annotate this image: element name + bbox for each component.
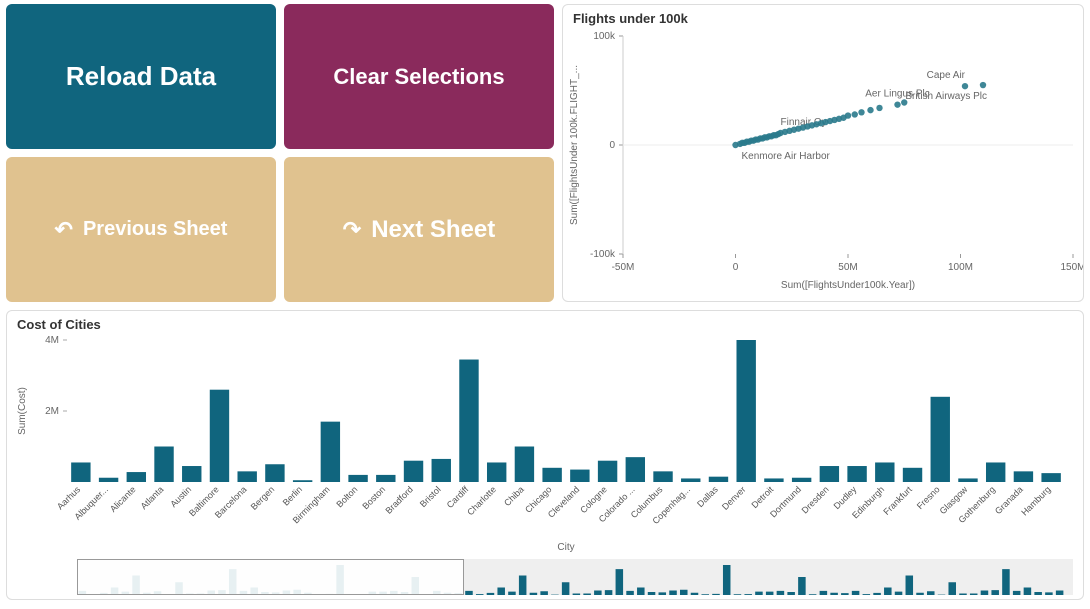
svg-text:100k: 100k [593, 31, 616, 42]
svg-text:Cape Air: Cape Air [927, 70, 966, 81]
svg-text:Boston: Boston [360, 484, 387, 511]
svg-text:150M: 150M [1060, 262, 1083, 273]
svg-text:2M: 2M [45, 406, 59, 417]
svg-text:Dudley: Dudley [832, 484, 859, 511]
svg-text:Alicante: Alicante [108, 484, 138, 514]
svg-text:0: 0 [609, 140, 615, 151]
svg-text:Cardiff: Cardiff [445, 484, 471, 510]
svg-text:4M: 4M [45, 335, 59, 346]
svg-text:Sum(Cost): Sum(Cost) [17, 387, 28, 435]
cost-of-cities-chart[interactable]: Cost of Cities 4M2MSum(Cost)AarhusAlbuqu… [6, 310, 1084, 600]
redo-arrow-icon: ↷ [343, 217, 361, 243]
svg-text:Berlin: Berlin [281, 484, 304, 507]
next-sheet-button[interactable]: ↷ Next Sheet [284, 157, 554, 302]
svg-text:Hamburg: Hamburg [1019, 484, 1052, 517]
chart-title: Flights under 100k [563, 5, 1083, 26]
svg-text:Frankfurt: Frankfurt [881, 484, 914, 517]
svg-text:Detroit: Detroit [750, 484, 776, 510]
svg-text:City: City [557, 542, 574, 552]
svg-text:Austin: Austin [168, 484, 193, 509]
svg-text:Fresno: Fresno [915, 484, 942, 511]
chart-title: Cost of Cities [7, 311, 1083, 332]
svg-text:-50M: -50M [612, 262, 635, 273]
button-label: Clear Selections [333, 64, 504, 90]
svg-text:Bristol: Bristol [418, 484, 443, 509]
svg-text:Charlotte: Charlotte [465, 484, 498, 517]
overview-window[interactable] [77, 559, 464, 595]
svg-text:0: 0 [733, 262, 739, 273]
flights-under-100k-chart[interactable]: Flights under 100k 100k0-100k-50M050M100… [562, 4, 1084, 302]
button-label: Previous Sheet [83, 218, 228, 241]
reload-data-button[interactable]: Reload Data [6, 4, 276, 149]
svg-text:Denver: Denver [720, 484, 748, 512]
svg-text:Atlanta: Atlanta [139, 484, 166, 511]
svg-text:Dallas: Dallas [695, 484, 720, 509]
svg-text:Bergen: Bergen [249, 484, 277, 512]
svg-text:Chiba: Chiba [502, 484, 526, 508]
svg-text:Kenmore Air Harbor: Kenmore Air Harbor [742, 151, 831, 162]
bar-chart[interactable]: 4M2MSum(Cost)AarhusAlbuquer...AlicanteAt… [7, 332, 1075, 552]
svg-text:Bradford: Bradford [383, 484, 414, 515]
svg-text:Dresden: Dresden [800, 484, 831, 515]
button-label: Reload Data [66, 61, 216, 92]
clear-selections-button[interactable]: Clear Selections [284, 4, 554, 149]
undo-arrow-icon: ↶ [55, 217, 73, 243]
svg-text:British Airways Plc: British Airways Plc [905, 91, 987, 102]
svg-text:Sum([FlightsUnder 100k.FLIGHT_: Sum([FlightsUnder 100k.FLIGHT_... [569, 65, 580, 225]
svg-text:Bolton: Bolton [334, 484, 359, 509]
scatter-plot[interactable]: 100k 0 -100k -50M 0 50M 100M 150M Sum([FlightsUn… [563, 26, 1083, 294]
chart-overview-scrollbar[interactable] [77, 559, 1073, 595]
svg-text:Sum([FlightsUnder100k.Year]): Sum([FlightsUnder100k.Year]) [781, 280, 915, 291]
svg-text:100M: 100M [948, 262, 973, 273]
svg-text:50M: 50M [838, 262, 857, 273]
svg-text:-100k: -100k [590, 249, 616, 260]
previous-sheet-button[interactable]: ↶ Previous Sheet [6, 157, 276, 302]
button-label: Next Sheet [371, 216, 495, 244]
